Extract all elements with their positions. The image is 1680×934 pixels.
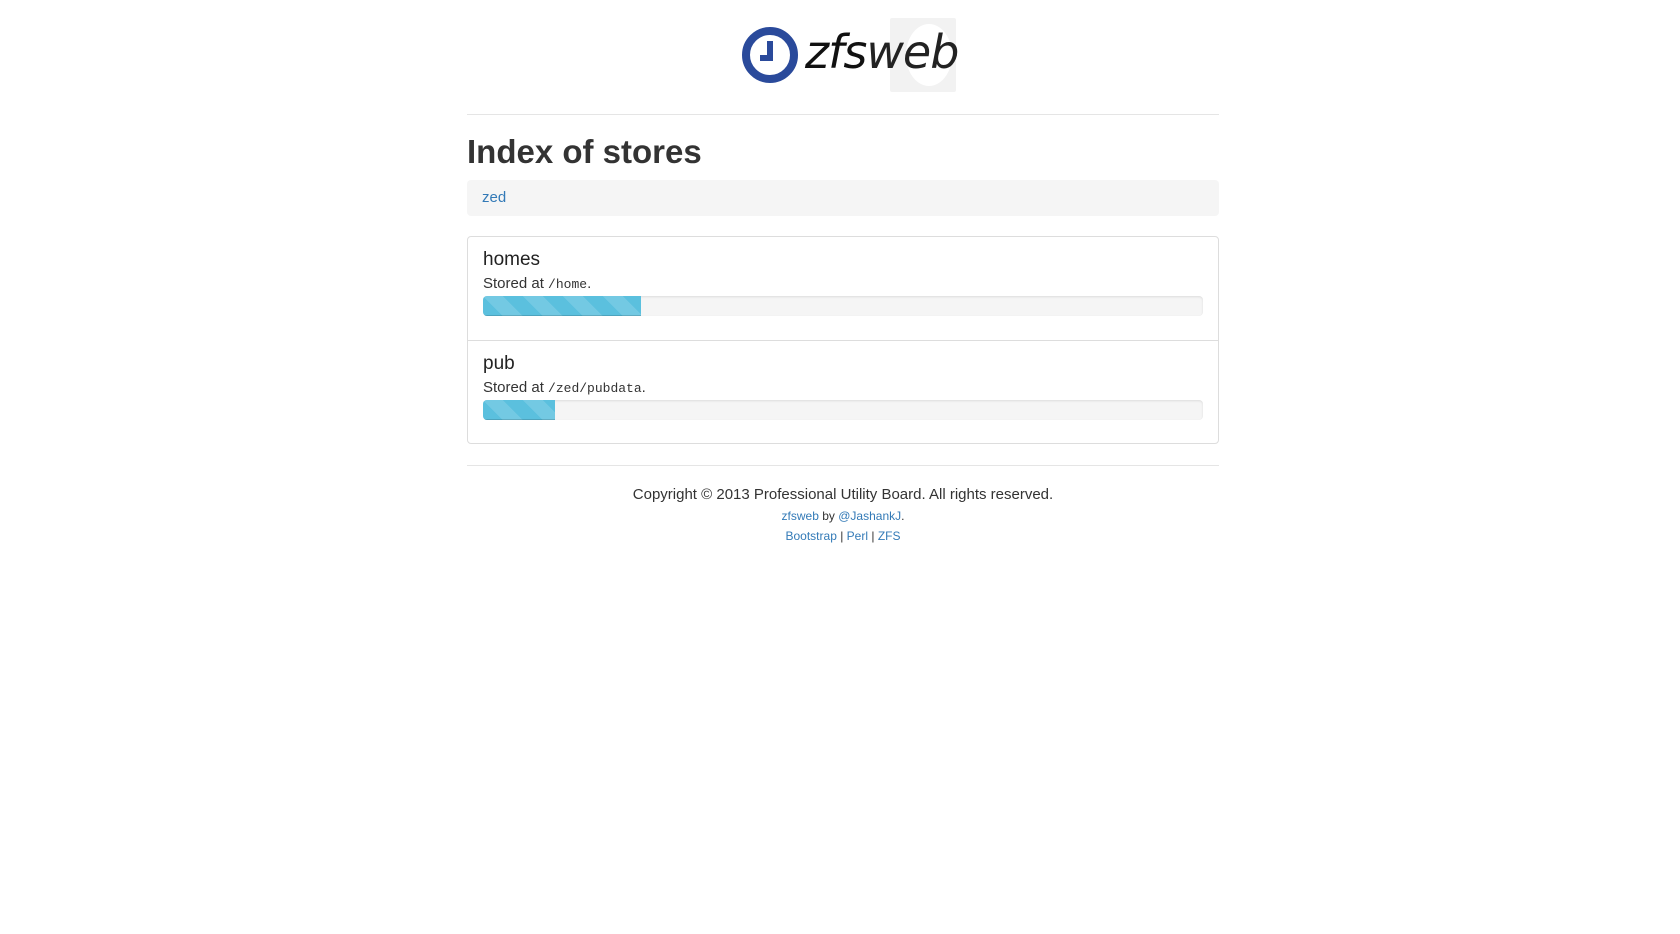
author-link[interactable]: @JashankJ	[838, 509, 901, 523]
page: zfsweb Index of stores zed homes Stored …	[0, 0, 1680, 934]
store-name: homes	[483, 249, 541, 270]
credit-line: zfsweb by @JashankJ.	[781, 509, 905, 523]
bootstrap-link[interactable]: Bootstrap	[786, 529, 837, 543]
store-name: pub	[483, 353, 515, 374]
store-path-code: /home	[548, 277, 588, 292]
usage-progress-bar	[483, 400, 555, 420]
footer-divider	[467, 465, 1219, 466]
store-path: Stored at /zed/pubdata.	[483, 379, 646, 396]
usage-progress	[483, 296, 1203, 316]
page-title: Index of stores	[467, 133, 702, 170]
store-list: homes Stored at /home. pub Stored at /ze…	[467, 236, 1219, 444]
footer: Copyright © 2013 Professional Utility Bo…	[467, 484, 1219, 546]
store-item-homes: homes Stored at /home.	[468, 237, 1218, 340]
store-path: Stored at /home.	[483, 275, 592, 292]
clock-icon	[742, 27, 798, 83]
store-path-code: /zed/pubdata	[548, 381, 642, 396]
perl-link[interactable]: Perl	[847, 529, 868, 543]
breadcrumb-item-zed[interactable]: zed	[482, 189, 506, 206]
zfsweb-logo[interactable]: zfsweb	[742, 18, 959, 94]
copyright-text: Copyright © 2013 Professional Utility Bo…	[632, 486, 1054, 503]
zfsweb-link[interactable]: zfsweb	[782, 509, 819, 523]
breadcrumb: zed	[467, 180, 1219, 216]
header-divider	[467, 114, 1219, 115]
usage-progress-bar	[483, 296, 642, 316]
zfs-link[interactable]: ZFS	[878, 529, 901, 543]
tech-links: Bootstrap | Perl | ZFS	[785, 529, 901, 543]
usage-progress	[483, 400, 1203, 420]
logo-wordmark: zfsweb	[805, 25, 959, 79]
store-item-pub: pub Stored at /zed/pubdata.	[468, 340, 1218, 443]
